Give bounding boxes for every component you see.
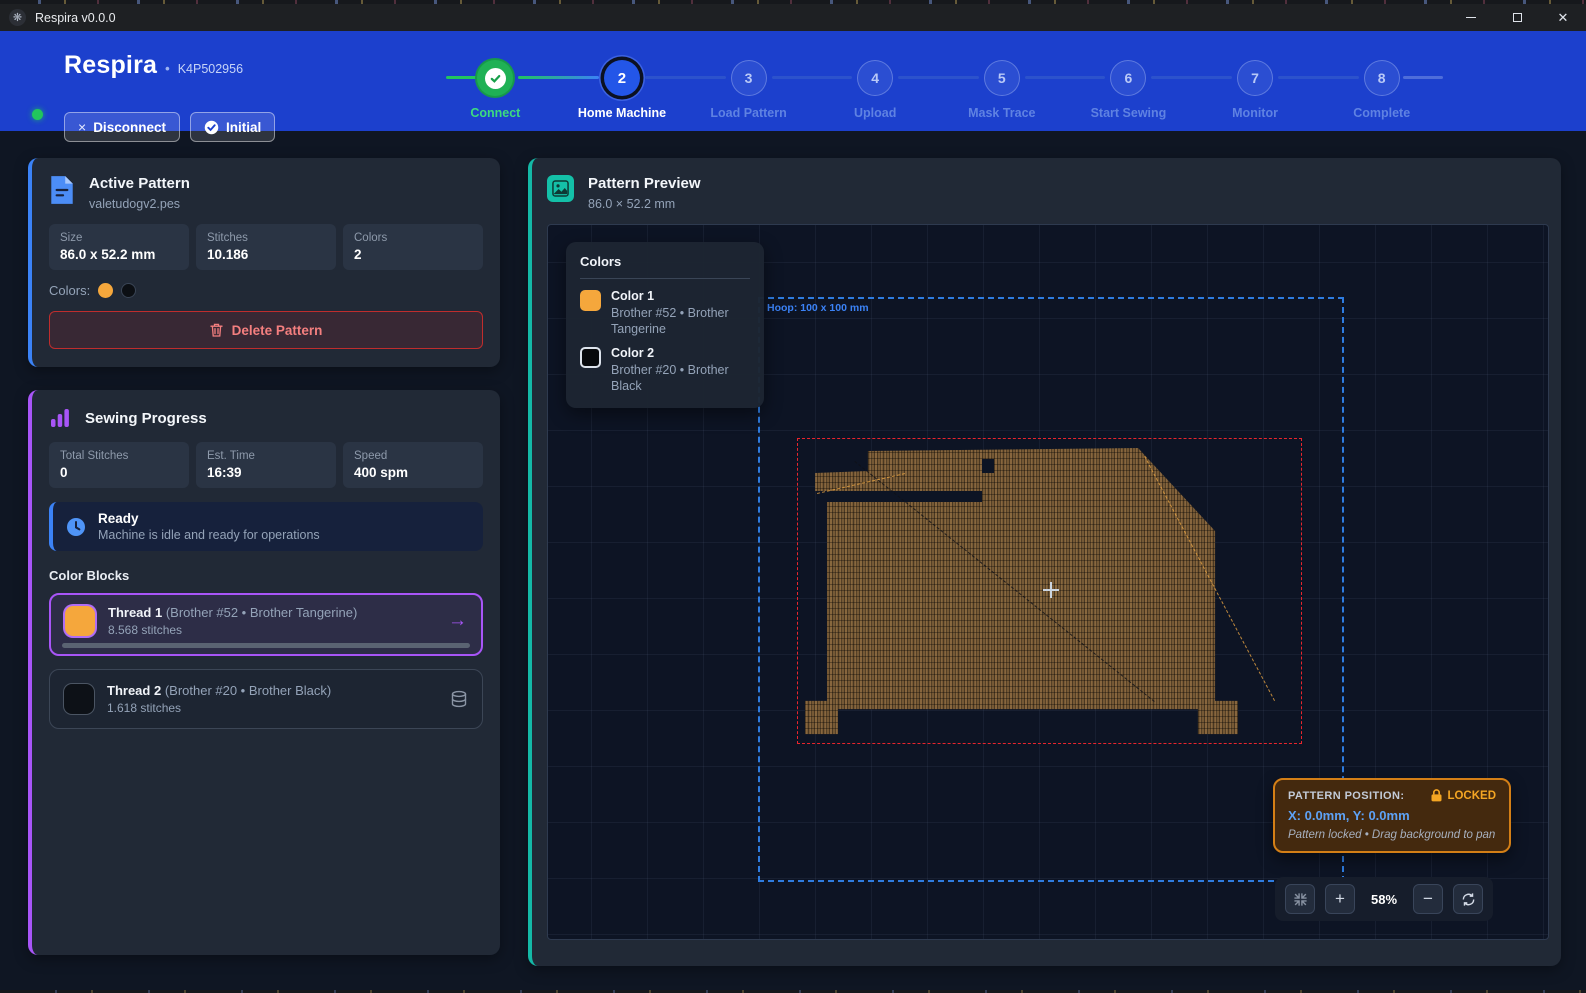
maximize-icon <box>1513 13 1522 22</box>
colors-label: Colors: <box>49 283 90 298</box>
bar-chart-icon <box>49 407 71 429</box>
machine-status-box: Ready Machine is idle and ready for oper… <box>49 502 483 551</box>
fit-to-view-button[interactable] <box>1285 884 1315 914</box>
stepper-connector <box>1278 76 1359 79</box>
serial-bullet: • <box>165 61 170 76</box>
maximize-button[interactable] <box>1494 4 1540 31</box>
app-logo-icon: ❋ <box>9 9 26 26</box>
step-monitor[interactable]: 7 Monitor <box>1192 31 1319 131</box>
refresh-icon <box>1461 892 1476 907</box>
machine-serial: K4P502956 <box>178 62 243 76</box>
sewing-progress-card: Sewing Progress Total Stitches 0 Est. Ti… <box>28 390 500 955</box>
legend-entry-color-1: Color 1 Brother #52 • Brother Tangerine <box>580 289 750 337</box>
stepper-connector <box>645 76 726 79</box>
file-document-icon <box>49 175 75 205</box>
step-home-machine[interactable]: 2 Home Machine <box>559 31 686 131</box>
step-upload[interactable]: 4 Upload <box>812 31 939 131</box>
legend-entry-color-2: Color 2 Brother #20 • Brother Black <box>580 346 750 394</box>
stat-est-time: Est. Time 16:39 <box>196 442 336 488</box>
step-mask-trace[interactable]: 5 Mask Trace <box>939 31 1066 131</box>
plus-icon: + <box>1335 889 1345 909</box>
minimize-button[interactable] <box>1448 4 1494 31</box>
stepper-connector <box>898 76 979 79</box>
compress-icon <box>1293 892 1308 907</box>
arrow-right-icon: → <box>448 610 467 632</box>
zoom-in-button[interactable]: + <box>1325 884 1355 914</box>
stepper-connector <box>772 76 853 79</box>
active-pattern-title: Active Pattern <box>89 175 190 192</box>
locked-badge: LOCKED <box>1447 790 1496 802</box>
thread-block-1[interactable]: Thread 1 (Brother #52 • Brother Tangerin… <box>49 593 483 656</box>
titlebar: ❋ Respira v0.0.0 ✕ <box>0 4 1586 31</box>
pattern-filename: valetudogv2.pes <box>89 197 190 211</box>
legend-swatch-2 <box>580 347 601 368</box>
color-blocks-heading: Color Blocks <box>49 568 483 583</box>
minimize-icon <box>1466 17 1476 18</box>
zoom-level: 58% <box>1365 892 1403 907</box>
close-button[interactable]: ✕ <box>1540 4 1586 31</box>
image-icon <box>547 175 574 202</box>
clock-icon <box>66 517 86 537</box>
preview-canvas[interactable]: Hoop: 100 x 100 mm Colors Color 1 <box>547 224 1549 940</box>
step-start-sewing[interactable]: 6 Start Sewing <box>1065 31 1192 131</box>
stat-stitches: Stitches 10.186 <box>196 224 336 270</box>
stat-size: Size 86.0 x 52.2 mm <box>49 224 189 270</box>
disconnect-x-icon: × <box>78 119 86 135</box>
stat-speed: Speed 400 spm <box>343 442 483 488</box>
color-swatch-1 <box>98 283 113 298</box>
step-connect[interactable]: Connect <box>432 31 559 131</box>
stepper-connector <box>518 76 599 79</box>
app-name: Respira <box>64 51 157 80</box>
pattern-dimensions: 86.0 × 52.2 mm <box>588 197 701 211</box>
pattern-preview-card: Pattern Preview 86.0 × 52.2 mm Hoop: 100… <box>528 158 1561 966</box>
app-header: Respira • K4P502956 × Disconnect Initial <box>0 31 1586 131</box>
stat-colors: Colors 2 <box>343 224 483 270</box>
delete-pattern-button[interactable]: Delete Pattern <box>49 311 483 349</box>
thread-1-swatch <box>65 606 95 636</box>
step-complete[interactable]: 8 Complete <box>1318 31 1445 131</box>
stepper-connector <box>1151 76 1232 79</box>
sewing-progress-title: Sewing Progress <box>85 410 207 427</box>
stepper-connector <box>1025 76 1106 79</box>
step-done-icon <box>477 60 513 96</box>
hoop-label: Hoop: 100 x 100 mm <box>767 302 869 314</box>
thread-1-progress-bar <box>62 643 470 648</box>
check-icon <box>489 72 502 85</box>
pattern-coordinates: X: 0.0mm, Y: 0.0mm <box>1288 808 1496 823</box>
initial-button[interactable]: Initial <box>190 112 275 142</box>
connection-status-dot <box>32 109 43 120</box>
check-circle-icon <box>204 120 219 135</box>
color-swatch-2 <box>121 283 136 298</box>
close-icon: ✕ <box>1558 10 1569 26</box>
colors-legend: Colors Color 1 Brother #52 • Brother Tan… <box>566 242 764 408</box>
wizard-stepper: Connect 2 Home Machine 3 Load Pattern 4 … <box>432 31 1445 131</box>
pattern-position-overlay: PATTERN POSITION: LOCKED X: 0.0mm, Y: 0.… <box>1273 778 1511 853</box>
zoom-toolbar: + 58% − <box>1275 877 1493 921</box>
thread-1-stitches: 8.568 stitches <box>108 623 357 637</box>
legend-swatch-1 <box>580 290 601 311</box>
stat-total-stitches: Total Stitches 0 <box>49 442 189 488</box>
pattern-notch <box>982 459 994 473</box>
thread-2-swatch <box>64 684 94 714</box>
pattern-center-cross <box>1043 582 1059 598</box>
window-title: Respira v0.0.0 <box>35 11 116 25</box>
zoom-out-button[interactable]: − <box>1413 884 1443 914</box>
pattern-lock-hint: Pattern locked • Drag background to pan <box>1288 829 1496 841</box>
thread-block-2[interactable]: Thread 2 (Brother #20 • Brother Black) 1… <box>49 669 483 729</box>
status-title: Ready <box>98 511 320 526</box>
thread-2-stitches: 1.618 stitches <box>107 701 331 715</box>
app-window: ❋ Respira v0.0.0 ✕ Respira • K4P502956 ×… <box>0 0 1586 993</box>
reset-view-button[interactable] <box>1453 884 1483 914</box>
lock-icon <box>1431 789 1442 802</box>
stack-icon <box>450 690 468 708</box>
trash-icon <box>210 323 223 337</box>
disconnect-button[interactable]: × Disconnect <box>64 112 180 142</box>
minus-icon: − <box>1423 889 1433 909</box>
step-load-pattern[interactable]: 3 Load Pattern <box>685 31 812 131</box>
status-description: Machine is idle and ready for operations <box>98 528 320 542</box>
pattern-preview-title: Pattern Preview <box>588 175 701 192</box>
active-pattern-card: Active Pattern valetudogv2.pes Size 86.0… <box>28 158 500 367</box>
